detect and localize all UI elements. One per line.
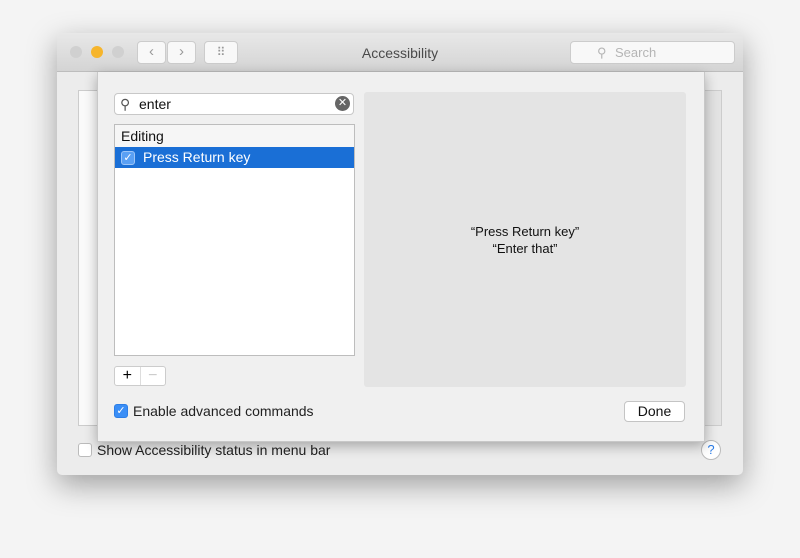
search-placeholder: Search (615, 45, 657, 60)
command-detail: “Press Return key” “Enter that” (364, 92, 686, 387)
checkbox[interactable]: ✓ (114, 404, 128, 418)
clear-search-icon[interactable]: ✕ (335, 96, 350, 111)
command-checkbox[interactable]: ✓ (121, 150, 135, 165)
add-button[interactable]: + (115, 367, 141, 385)
help-button[interactable]: ? (701, 440, 721, 460)
toolbar: ‹ › ⠿ Accessibility ⚲ Search (57, 33, 743, 72)
search-value: enter (139, 96, 171, 112)
show-status-label: Show Accessibility status in menu bar (97, 442, 331, 458)
detail-action: “Enter that” (492, 240, 558, 256)
advanced-label: Enable advanced commands (133, 403, 314, 419)
group-header: Editing (115, 125, 354, 147)
remove-button[interactable]: − (141, 367, 166, 385)
checkbox[interactable] (78, 443, 92, 457)
search-icon: ⚲ (597, 45, 607, 60)
command-search-input[interactable]: ⚲ enter ✕ (114, 93, 354, 115)
show-status-checkbox[interactable]: Show Accessibility status in menu bar (78, 442, 330, 458)
command-list[interactable]: Editing ✓ Press Return key (114, 124, 355, 356)
search-field[interactable]: ⚲ Search (570, 41, 735, 64)
search-icon: ⚲ (120, 96, 131, 112)
command-label: Press Return key (143, 149, 251, 165)
done-button[interactable]: Done (624, 401, 685, 422)
advanced-commands-checkbox[interactable]: ✓ Enable advanced commands (114, 403, 314, 419)
list-item[interactable]: ✓ Press Return key (115, 147, 354, 168)
detail-phrase: “Press Return key” (470, 223, 580, 239)
dictation-commands-sheet: ⚲ enter ✕ Editing ✓ Press Return key + − … (97, 72, 705, 442)
add-remove-control: + − (114, 366, 166, 386)
